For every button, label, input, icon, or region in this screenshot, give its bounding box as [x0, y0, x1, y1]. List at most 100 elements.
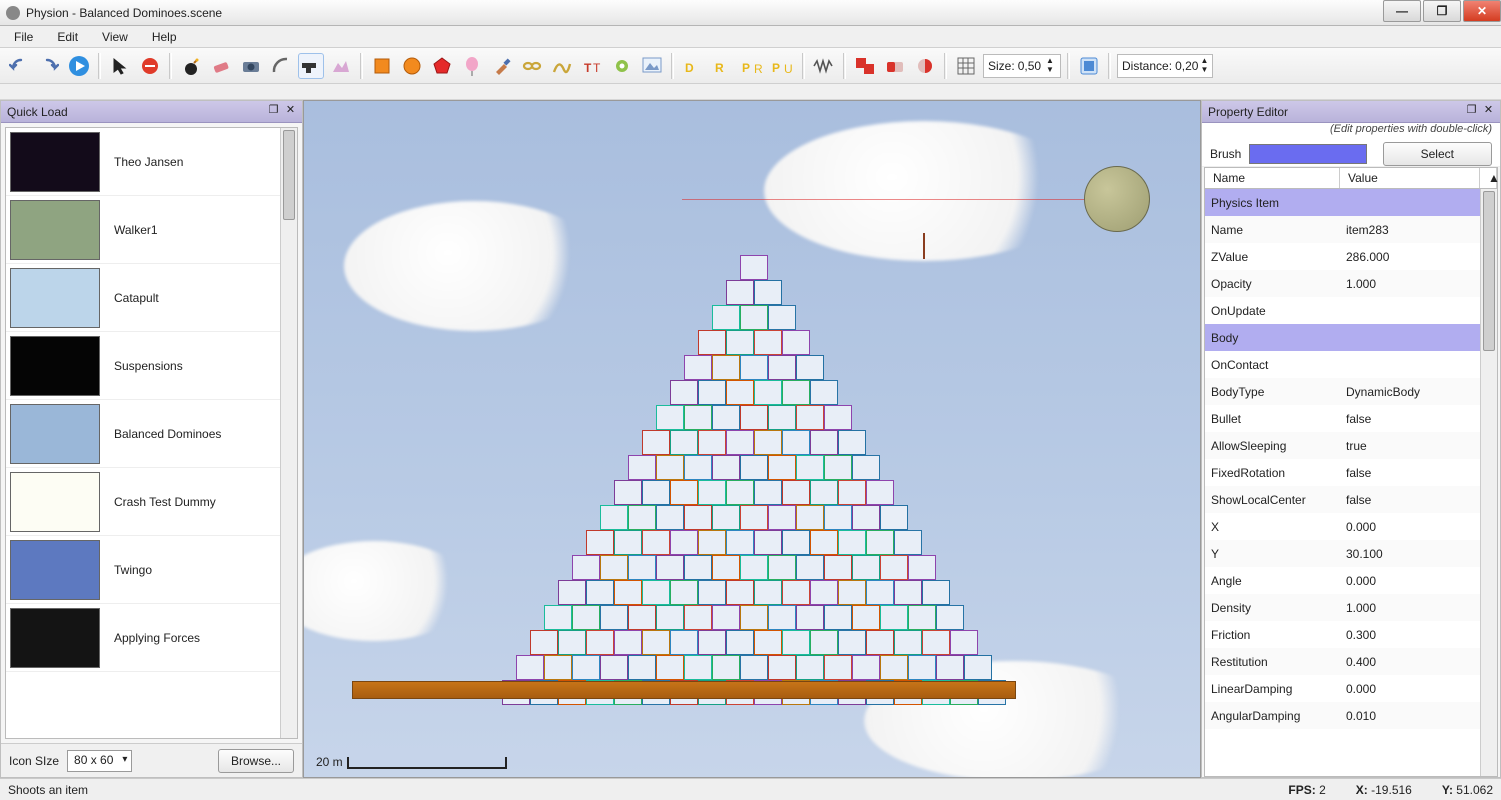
property-row[interactable]: Friction0.300 [1205, 621, 1480, 648]
text-tool[interactable]: TT [579, 53, 605, 79]
rope-tool[interactable] [549, 53, 575, 79]
selected-circle-item[interactable] [1084, 166, 1150, 232]
size-spin-down[interactable]: ▼ [1044, 66, 1056, 75]
eraser-tool[interactable] [208, 53, 234, 79]
brush-tool[interactable] [489, 53, 515, 79]
property-row[interactable]: AllowSleepingtrue [1205, 432, 1480, 459]
property-row[interactable]: ShowLocalCenterfalse [1205, 486, 1480, 513]
property-row[interactable]: X0.000 [1205, 513, 1480, 540]
svg-text:U: U [784, 62, 793, 75]
property-columns-header[interactable]: Name Value ▲ [1204, 167, 1498, 189]
shoot-tool[interactable] [298, 53, 324, 79]
quick-load-close-icon[interactable]: ✕ [283, 104, 298, 118]
quick-load-item[interactable]: Twingo [6, 536, 280, 604]
property-row[interactable]: AngularDamping0.010 [1205, 702, 1480, 729]
col-sort-icon[interactable]: ▲ [1480, 168, 1497, 188]
scene-thumbnail [10, 200, 100, 260]
terrain-tool[interactable] [328, 53, 354, 79]
pu-letter-tool[interactable]: PU [770, 53, 796, 79]
circle-tool[interactable] [399, 53, 425, 79]
bomb-tool[interactable] [178, 53, 204, 79]
quick-load-scrollbar[interactable] [280, 128, 297, 738]
ground-platform[interactable] [352, 681, 1016, 699]
property-scrollbar[interactable] [1480, 189, 1497, 776]
cursor-tool[interactable] [107, 53, 133, 79]
property-editor-header[interactable]: Property Editor ❐ ✕ [1202, 101, 1500, 123]
quick-load-item[interactable]: Crash Test Dummy [6, 468, 280, 536]
balloon-tool[interactable] [459, 53, 485, 79]
property-row[interactable]: Opacity1.000 [1205, 270, 1480, 297]
distance-input[interactable]: Distance: 0,20 ▲▼ [1117, 54, 1213, 78]
property-row[interactable]: Density1.000 [1205, 594, 1480, 621]
menu-file[interactable]: File [8, 28, 39, 46]
menu-edit[interactable]: Edit [51, 28, 84, 46]
property-row[interactable]: Bulletfalse [1205, 405, 1480, 432]
play-button[interactable] [66, 53, 92, 79]
trajectory-line [682, 199, 1112, 200]
chain-tool[interactable] [519, 53, 545, 79]
snap-toggle[interactable] [1076, 53, 1102, 79]
brush-color-swatch[interactable] [1249, 144, 1366, 164]
property-editor-close-icon[interactable]: ✕ [1481, 104, 1496, 118]
red-shape-b-tool[interactable] [882, 53, 908, 79]
property-row[interactable]: OnContact [1205, 351, 1480, 378]
scene-canvas[interactable]: 20 m [303, 100, 1201, 778]
red-shape-a-tool[interactable] [852, 53, 878, 79]
minimize-button[interactable]: — [1383, 0, 1421, 22]
quick-load-float-icon[interactable]: ❐ [266, 104, 281, 118]
title-bar: Physion - Balanced Dominoes.scene — ❐ ✕ [0, 0, 1501, 26]
select-brush-button[interactable]: Select [1383, 142, 1492, 166]
grid-size-input[interactable]: Size: 0,50 ▲▼ [983, 54, 1061, 78]
redo-button[interactable] [36, 53, 62, 79]
property-name: Body [1205, 331, 1340, 345]
property-value: 0.000 [1340, 520, 1376, 534]
property-row[interactable]: Y30.100 [1205, 540, 1480, 567]
quick-load-item[interactable]: Suspensions [6, 332, 280, 400]
delete-tool[interactable] [137, 53, 163, 79]
property-name: ZValue [1205, 250, 1340, 264]
menu-help[interactable]: Help [146, 28, 183, 46]
quick-load-panel: Quick Load ❐ ✕ Theo JansenWalker1Catapul… [0, 100, 303, 778]
property-name: Friction [1205, 628, 1340, 642]
domino-pyramid[interactable] [474, 233, 1034, 683]
property-editor-float-icon[interactable]: ❐ [1464, 104, 1479, 118]
d-letter-tool[interactable]: D [680, 53, 706, 79]
red-circle-tool[interactable] [912, 53, 938, 79]
scene-thumbnail [10, 472, 100, 532]
property-name: Physics Item [1205, 196, 1340, 210]
quick-load-header[interactable]: Quick Load ❐ ✕ [1, 101, 302, 123]
property-row[interactable]: Restitution0.400 [1205, 648, 1480, 675]
r-letter-tool[interactable]: R [710, 53, 736, 79]
icon-size-combo[interactable]: 80 x 60 [67, 750, 132, 772]
property-row[interactable]: Nameitem283 [1205, 216, 1480, 243]
pr-letter-tool[interactable]: PR [740, 53, 766, 79]
spring-tool[interactable] [811, 53, 837, 79]
property-row[interactable]: LinearDamping0.000 [1205, 675, 1480, 702]
polygon-tool[interactable] [429, 53, 455, 79]
property-row[interactable]: FixedRotationfalse [1205, 459, 1480, 486]
browse-button[interactable]: Browse... [218, 749, 294, 773]
camera-tool[interactable] [238, 53, 264, 79]
image-tool[interactable] [639, 53, 665, 79]
quick-load-item[interactable]: Theo Jansen [6, 128, 280, 196]
property-row[interactable]: OnUpdate [1205, 297, 1480, 324]
quick-load-item[interactable]: Applying Forces [6, 604, 280, 672]
distance-spin-down[interactable]: ▼ [1198, 66, 1210, 75]
property-row[interactable]: Angle0.000 [1205, 567, 1480, 594]
undo-button[interactable] [6, 53, 32, 79]
property-value: 0.400 [1340, 655, 1376, 669]
maximize-button[interactable]: ❐ [1423, 0, 1461, 22]
property-row[interactable]: ZValue286.000 [1205, 243, 1480, 270]
gear-tool[interactable] [609, 53, 635, 79]
rectangle-tool[interactable] [369, 53, 395, 79]
svg-text:T: T [584, 61, 592, 75]
arc-tool[interactable] [268, 53, 294, 79]
quick-load-item[interactable]: Walker1 [6, 196, 280, 264]
menu-view[interactable]: View [96, 28, 134, 46]
quick-load-item[interactable]: Catapult [6, 264, 280, 332]
window-close-button[interactable]: ✕ [1463, 0, 1501, 22]
status-fps: FPS: 2 [1288, 783, 1325, 797]
property-row[interactable]: BodyTypeDynamicBody [1205, 378, 1480, 405]
quick-load-item[interactable]: Balanced Dominoes [6, 400, 280, 468]
grid-toggle[interactable] [953, 53, 979, 79]
